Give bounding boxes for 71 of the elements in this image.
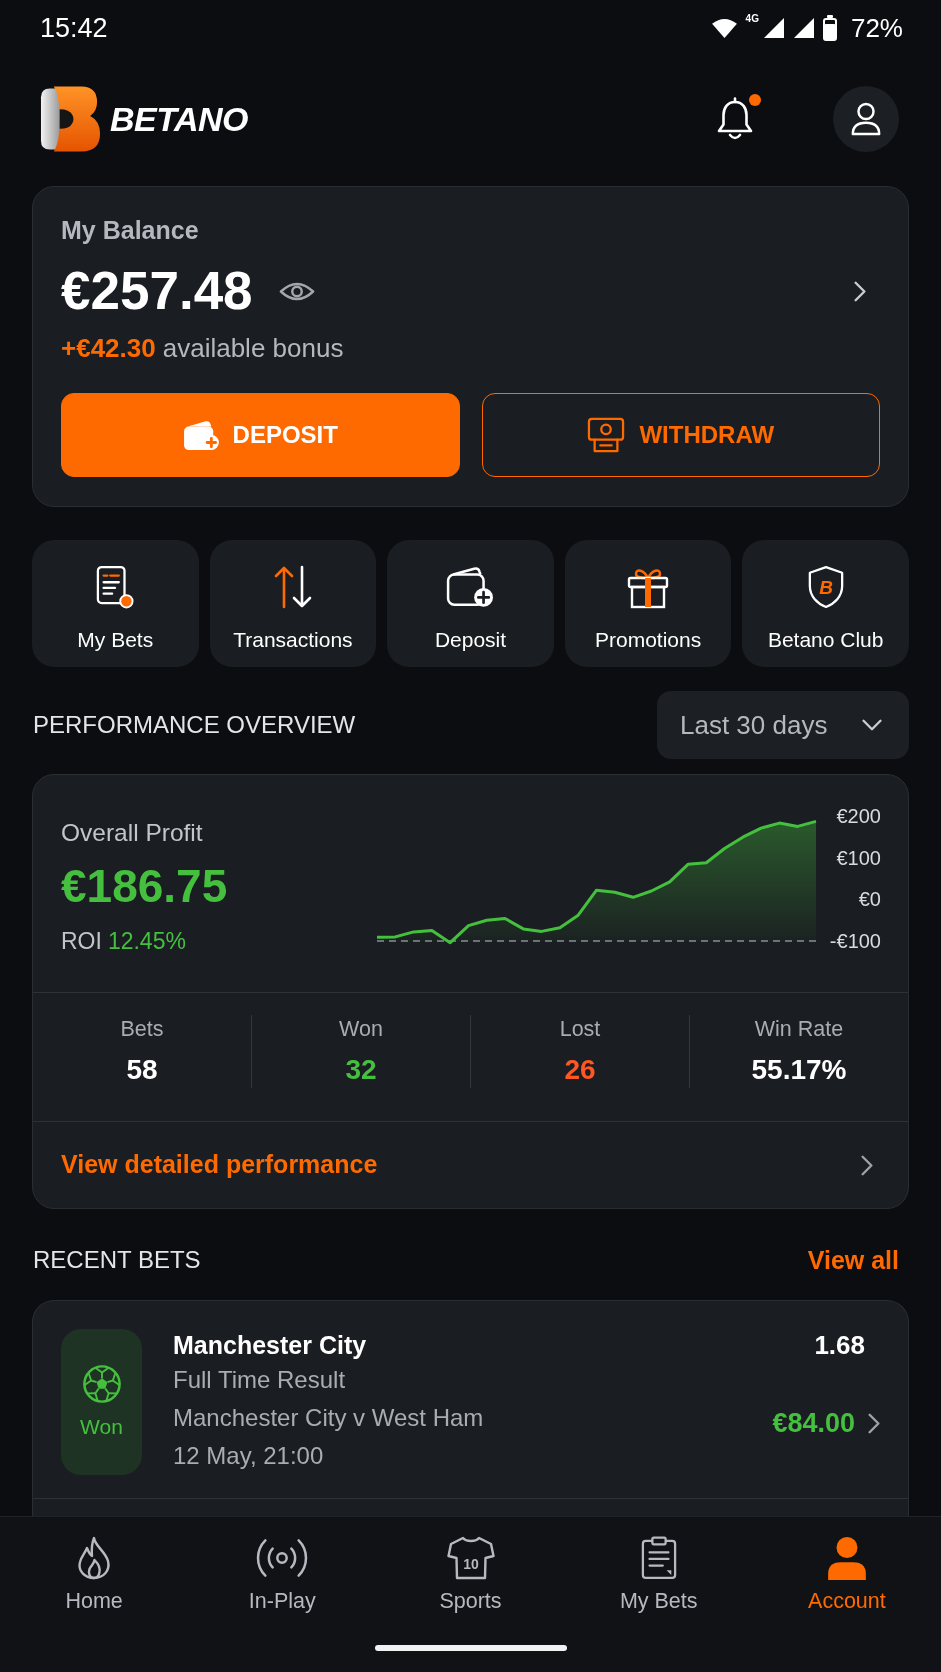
y-axis-label: €0 bbox=[858, 888, 881, 911]
shield-icon: B bbox=[806, 565, 845, 609]
nav-tab[interactable]: 10 Sports bbox=[376, 1536, 565, 1614]
nav-tab[interactable]: In-Play bbox=[188, 1536, 377, 1614]
stat-label: Lost bbox=[559, 1016, 601, 1043]
up-down-arrows-icon bbox=[272, 565, 313, 609]
wifi-icon bbox=[710, 17, 738, 39]
quick-action-button[interactable]: Deposit bbox=[387, 540, 554, 667]
y-axis-label: €100 bbox=[836, 846, 881, 869]
bonus-label: available bonus bbox=[162, 332, 344, 364]
bet-selection: Manchester City bbox=[173, 1330, 367, 1361]
quick-action-button[interactable]: Promotions bbox=[564, 540, 732, 667]
chevron-down-icon bbox=[861, 718, 883, 732]
y-axis-label: -€100 bbox=[829, 930, 881, 952]
battery-icon bbox=[822, 15, 837, 41]
stat-label: Won bbox=[339, 1016, 383, 1043]
flame-icon bbox=[76, 1536, 113, 1580]
network-type: 4G bbox=[745, 13, 759, 24]
signal-icon bbox=[762, 17, 785, 39]
chevron-right-icon bbox=[860, 1153, 874, 1177]
person-icon bbox=[825, 1536, 868, 1580]
clipboard-icon bbox=[640, 1536, 677, 1580]
y-axis-label: €200 bbox=[836, 805, 881, 827]
bet-event: Manchester City v West Ham bbox=[173, 1403, 484, 1433]
section-title: PERFORMANCE OVERVIEW bbox=[33, 710, 356, 740]
roi-label: ROI bbox=[61, 927, 102, 955]
view-all-link[interactable]: View all bbox=[807, 1245, 899, 1275]
stat-label: Win Rate bbox=[754, 1016, 844, 1043]
nav-tab[interactable]: Home bbox=[0, 1536, 189, 1614]
section-title: RECENT BETS bbox=[33, 1245, 201, 1275]
wallet-plus-icon bbox=[446, 565, 495, 609]
bell-icon[interactable] bbox=[715, 97, 755, 141]
balance-amount: €257.48 bbox=[61, 261, 253, 321]
chevron-right-icon[interactable] bbox=[853, 279, 867, 303]
profit-label: Overall Profit bbox=[61, 818, 203, 848]
nav-tab[interactable]: Account bbox=[752, 1536, 941, 1614]
signal-icon bbox=[792, 17, 815, 39]
bet-payout: €84.00 bbox=[772, 1407, 855, 1440]
jersey-icon: 10 bbox=[446, 1536, 495, 1580]
bet-date: 12 May, 21:00 bbox=[173, 1441, 324, 1471]
bet-market: Full Time Result bbox=[173, 1365, 346, 1395]
status-label: Won bbox=[80, 1414, 123, 1440]
user-icon bbox=[850, 102, 882, 136]
stat-label: Bets bbox=[120, 1016, 164, 1043]
stat-value: 55.17% bbox=[751, 1053, 847, 1087]
soccer-ball-icon bbox=[81, 1364, 122, 1404]
battery-percent: 72% bbox=[850, 13, 903, 43]
roi-value: 12.45% bbox=[107, 927, 186, 955]
brand-name: BETANO bbox=[110, 99, 249, 139]
eye-icon[interactable] bbox=[278, 281, 315, 301]
broadcast-icon bbox=[256, 1536, 309, 1580]
logo-icon bbox=[40, 85, 101, 153]
nav-tab[interactable]: My Bets bbox=[564, 1536, 753, 1614]
period-dropdown[interactable]: Last 30 days bbox=[657, 691, 909, 759]
quick-action-button[interactable]: B Betano Club bbox=[742, 540, 909, 667]
withdraw-button[interactable]: WITHDRAW bbox=[481, 393, 880, 477]
view-performance-link[interactable]: View detailed performance bbox=[33, 1122, 908, 1208]
quick-action-button[interactable]: Transactions bbox=[209, 540, 377, 667]
cash-screen-icon bbox=[587, 417, 626, 453]
chevron-right-icon[interactable] bbox=[867, 1411, 881, 1435]
balance-label: My Balance bbox=[61, 215, 199, 246]
stat-value: 32 bbox=[345, 1053, 377, 1087]
bet-slip-icon bbox=[96, 565, 135, 609]
stat-value: 26 bbox=[564, 1053, 596, 1087]
wallet-plus-icon bbox=[182, 419, 219, 451]
bet-odds: 1.68 bbox=[814, 1329, 865, 1361]
clock-time: 15:42 bbox=[40, 12, 108, 44]
quick-action-button[interactable]: My Bets bbox=[32, 540, 199, 667]
stat-value: 58 bbox=[126, 1053, 158, 1087]
profit-amount: €186.75 bbox=[61, 859, 228, 913]
bonus-amount: +€42.30 bbox=[61, 332, 156, 364]
